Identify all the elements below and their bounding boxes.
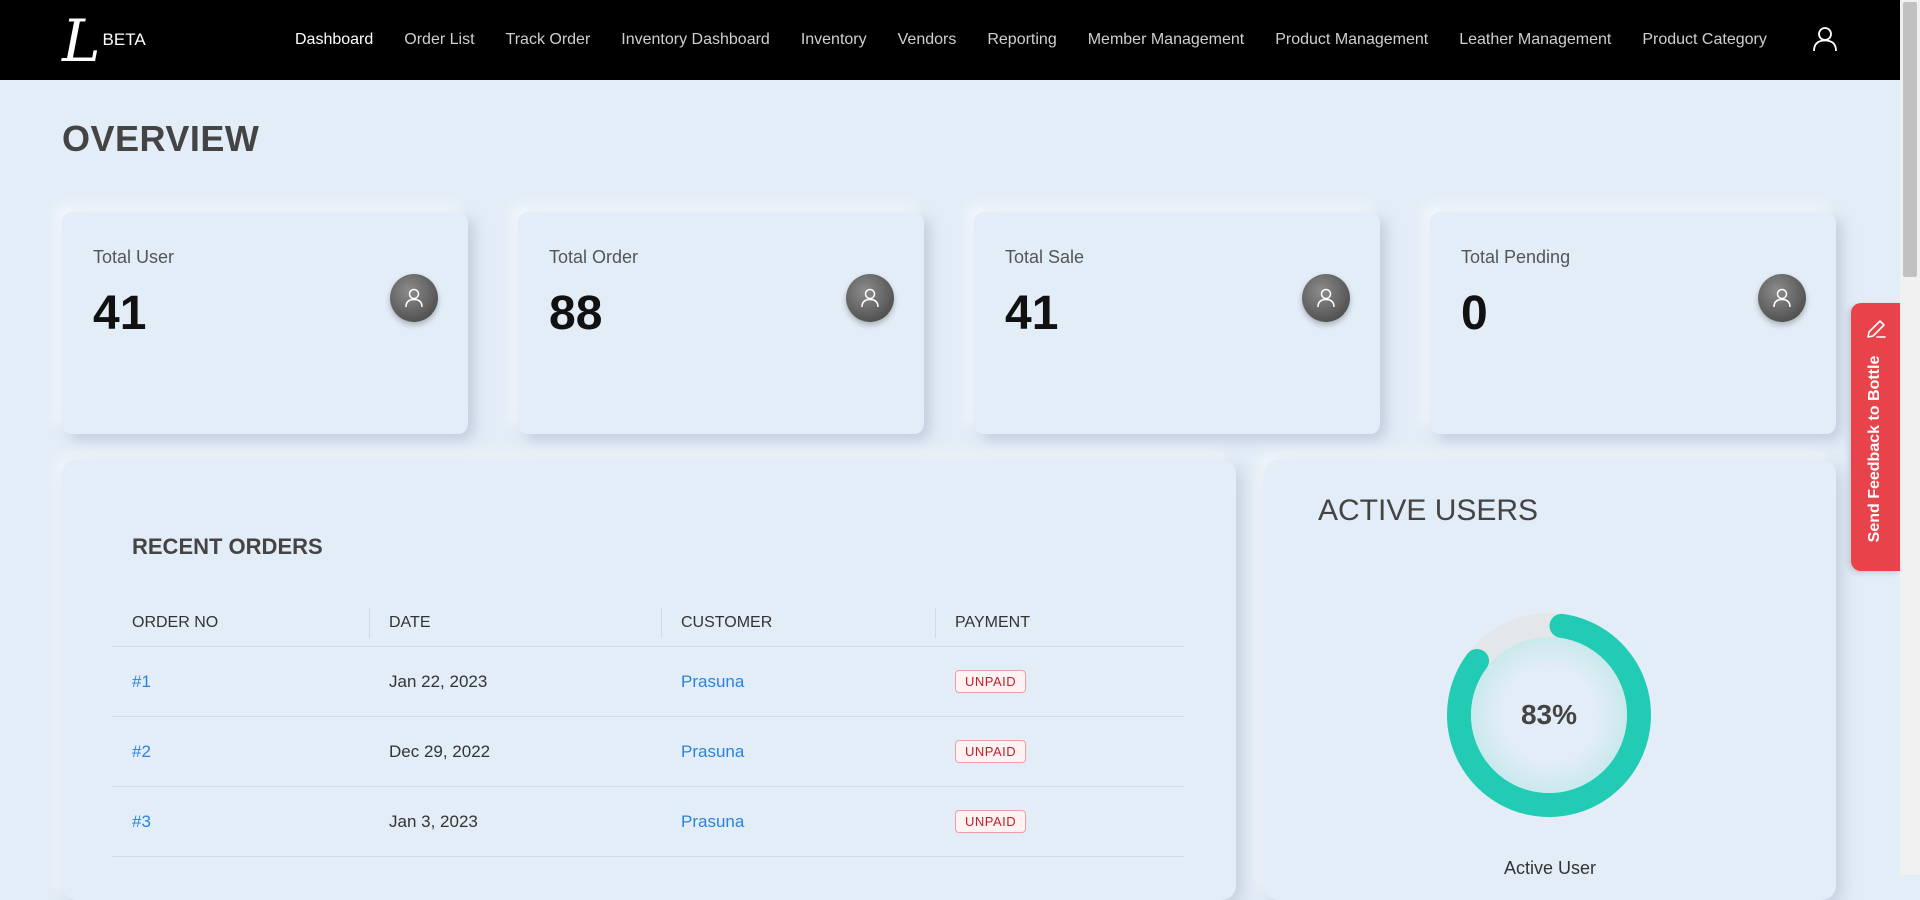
table-row: #3 Jan 3, 2023 Prasuna UNPAID [112,786,1184,857]
pencil-icon [1867,320,1886,338]
send-feedback-button[interactable]: Send Feedback to Bottle [1851,303,1900,571]
nav-item-track-order[interactable]: Track Order [506,31,591,49]
user-avatar-icon [846,274,894,322]
stat-card-total-user: Total User 41 [62,212,468,434]
stat-label: Total Pending [1461,247,1571,267]
recent-orders-title: RECENT ORDERS [132,534,323,559]
order-number-link[interactable]: #3 [132,812,151,831]
stat-card-total-order: Total Order 88 [518,212,924,434]
table-header-row: ORDER NO DATE CUSTOMER PAYMENT [112,600,1184,647]
nav-item-inventory[interactable]: Inventory [801,31,867,49]
column-divider [935,608,936,638]
column-header-payment[interactable]: PAYMENT [935,600,1184,647]
nav-item-vendors[interactable]: Vendors [898,31,957,49]
nav-item-order-list[interactable]: Order List [404,31,474,49]
column-header-label: CUSTOMER [681,614,773,631]
table-row: #2 Dec 29, 2022 Prasuna UNPAID [112,716,1184,787]
beta-badge: BETA [102,30,146,49]
nav-menu: Dashboard Order List Track Order Invento… [295,0,1798,80]
order-date: Jan 22, 2023 [389,671,488,691]
table-row: #1 Jan 22, 2023 Prasuna UNPAID [112,646,1184,717]
user-avatar-icon [390,274,438,322]
logo-mark: L [62,7,101,75]
stat-label: Total User [93,247,175,267]
column-divider [661,608,662,638]
order-date: Jan 3, 2023 [389,811,478,831]
recent-orders-panel: RECENT ORDERS ORDER NO DATE CUSTOMER PAY… [62,460,1236,900]
user-avatar-icon [1758,274,1806,322]
nav-item-leather-management[interactable]: Leather Management [1459,31,1611,49]
stat-value: 0 [1461,287,1488,340]
page-title: OVERVIEW [62,118,260,159]
logo[interactable]: L BETA [62,12,146,70]
active-users-title: ACTIVE USERS [1318,494,1539,527]
column-divider [369,608,370,638]
stat-value: 41 [93,287,147,340]
active-users-percent: 83% [1520,699,1578,730]
top-navbar: L BETA Dashboard Order List Track Order … [0,0,1900,80]
column-header-label: PAYMENT [955,614,1030,631]
nav-item-inventory-dashboard[interactable]: Inventory Dashboard [621,31,770,49]
column-header-customer[interactable]: CUSTOMER [661,600,935,647]
nav-item-member-management[interactable]: Member Management [1088,31,1245,49]
recent-orders-table: ORDER NO DATE CUSTOMER PAYMENT #1 Jan 22… [112,600,1184,857]
customer-link[interactable]: Prasuna [681,742,744,761]
send-feedback-label: Send Feedback to Bottle [1866,355,1883,543]
column-header-label: ORDER NO [132,614,219,631]
payment-status-badge: UNPAID [955,670,1027,693]
order-date: Dec 29, 2022 [389,741,491,761]
order-number-link[interactable]: #2 [132,742,151,761]
nav-item-dashboard[interactable]: Dashboard [295,31,373,49]
payment-status-badge: UNPAID [955,740,1027,763]
customer-link[interactable]: Prasuna [681,812,744,831]
nav-item-reporting[interactable]: Reporting [987,31,1056,49]
active-users-donut: 83% [1434,600,1664,830]
stat-value: 88 [549,287,603,340]
column-header-date[interactable]: DATE [369,600,661,647]
active-users-caption: Active User [1503,858,1597,878]
stat-label: Total Order [549,247,639,267]
customer-link[interactable]: Prasuna [681,672,744,691]
user-avatar-icon [1302,274,1350,322]
stat-card-total-sale: Total Sale 41 [974,212,1380,434]
column-header-order-no[interactable]: ORDER NO [112,600,369,647]
order-number-link[interactable]: #1 [132,672,151,691]
column-header-label: DATE [389,614,431,631]
scrollbar-thumb[interactable] [1903,2,1917,277]
stat-value: 41 [1005,287,1059,340]
payment-status-badge: UNPAID [955,810,1027,833]
nav-item-product-category[interactable]: Product Category [1642,31,1767,49]
stat-card-total-pending: Total Pending 0 [1430,212,1836,434]
stat-label: Total Sale [1005,247,1085,267]
user-icon[interactable] [1812,26,1838,52]
nav-item-product-management[interactable]: Product Management [1275,31,1428,49]
active-users-panel: ACTIVE USERS 83% Active User [1264,460,1836,900]
